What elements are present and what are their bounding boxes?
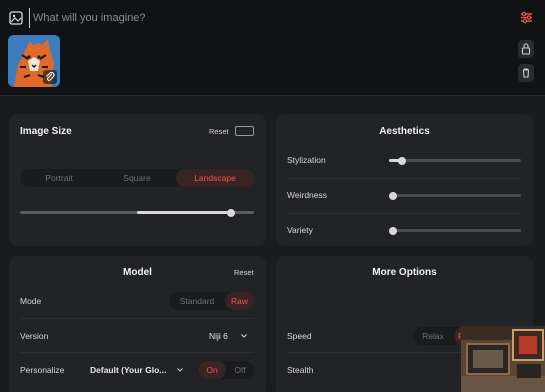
prompt-bar: [0, 0, 545, 96]
speed-relax[interactable]: Relax: [414, 327, 452, 345]
chevron-down-icon[interactable]: [176, 366, 184, 374]
orientation-square[interactable]: Square: [98, 169, 176, 187]
personalize-select[interactable]: Default (Your Glo...: [90, 365, 166, 375]
image-upload-icon[interactable]: [9, 11, 23, 25]
divider: [287, 178, 521, 179]
stylization-slider[interactable]: [389, 156, 521, 165]
orientation-portrait[interactable]: Portrait: [20, 169, 98, 187]
personalize-off[interactable]: Off: [226, 361, 254, 379]
lock-icon: [521, 43, 531, 55]
variety-slider-handle[interactable]: [389, 226, 397, 235]
aspect-ratio-slider-handle[interactable]: [227, 208, 235, 217]
orientation-selector: Portrait Square Landscape: [20, 169, 254, 187]
mode-label: Mode: [20, 296, 42, 306]
aspect-ratio-slider[interactable]: [20, 208, 254, 217]
paperclip-icon: [46, 71, 55, 81]
model-title: Model: [123, 267, 152, 278]
model-reset-button[interactable]: Reset: [234, 268, 254, 277]
aspect-ratio-preview: [235, 126, 254, 136]
settings-sliders-icon[interactable]: [520, 11, 533, 24]
prompt-input[interactable]: [29, 8, 469, 28]
stealth-label: Stealth: [287, 365, 314, 375]
personalize-toggle: On Off: [197, 361, 254, 379]
image-size-panel: Image Size Reset Portrait Square Landsca…: [9, 114, 266, 246]
mode-selector: Standard Raw: [169, 292, 254, 310]
webcam-overlay: [461, 326, 545, 392]
reference-image-thumbnail[interactable]: [8, 35, 60, 87]
divider: [20, 318, 254, 319]
weirdness-label: Weirdness: [287, 190, 327, 200]
aesthetics-title: Aesthetics: [379, 126, 430, 137]
mode-standard[interactable]: Standard: [171, 292, 223, 310]
orientation-landscape[interactable]: Landscape: [176, 169, 254, 187]
stylization-label: Stylization: [287, 155, 326, 165]
variety-label: Variety: [287, 225, 313, 235]
mode-raw[interactable]: Raw: [225, 292, 254, 310]
variety-slider[interactable]: [389, 226, 521, 235]
version-select[interactable]: Niji 6: [209, 331, 228, 341]
divider: [20, 352, 254, 353]
aspect-ratio-slider-fill: [137, 211, 231, 214]
lock-button[interactable]: [518, 40, 534, 58]
model-panel: Model Reset Mode Standard Raw Version Ni…: [9, 256, 266, 392]
image-size-title: Image Size: [20, 126, 72, 137]
aesthetics-panel: Aesthetics Stylization Weirdness Variety: [276, 114, 533, 246]
more-options-title: More Options: [372, 267, 437, 278]
trash-icon: [522, 68, 530, 78]
version-label: Version: [20, 331, 49, 341]
image-reference-badge[interactable]: [43, 70, 57, 84]
chevron-down-icon[interactable]: [240, 332, 248, 340]
divider: [287, 213, 521, 214]
webcam-video-feed: [461, 326, 545, 392]
personalize-on[interactable]: On: [198, 361, 226, 379]
personalize-label: Personalize: [20, 365, 65, 375]
image-size-reset-button[interactable]: Reset: [209, 127, 229, 136]
weirdness-slider-handle[interactable]: [389, 191, 397, 200]
delete-button[interactable]: [518, 64, 534, 82]
stylization-slider-handle[interactable]: [398, 156, 406, 165]
speed-label: Speed: [287, 331, 312, 341]
weirdness-slider[interactable]: [389, 191, 521, 200]
